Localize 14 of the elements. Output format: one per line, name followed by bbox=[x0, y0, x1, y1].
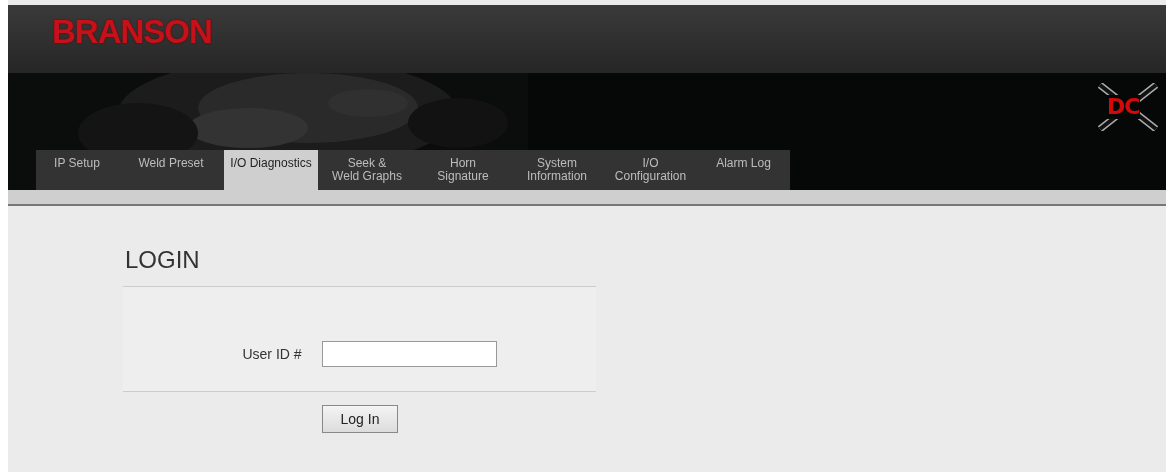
nav-tab[interactable]: Weld Preset bbox=[118, 150, 224, 190]
login-title: LOGIN bbox=[124, 246, 201, 275]
brand-logo: BRANSON bbox=[52, 13, 212, 51]
user-id-field[interactable] bbox=[321, 341, 497, 367]
login-button[interactable]: Log In bbox=[322, 405, 398, 433]
nav-tab[interactable]: I/O Diagnostics bbox=[224, 150, 318, 190]
nav-tab[interactable]: Alarm Log bbox=[697, 150, 790, 190]
product-logo: DC bbox=[1106, 95, 1141, 119]
nav-tab[interactable]: Seek & Weld Graphs bbox=[318, 150, 416, 190]
field-label: User ID # bbox=[242, 346, 302, 362]
nav-tab[interactable]: System Information bbox=[510, 150, 604, 190]
nav-tab[interactable]: I/O Configuration bbox=[604, 150, 697, 190]
nav-tab[interactable]: Horn Signature bbox=[416, 150, 510, 190]
nav-tab[interactable]: IP Setup bbox=[36, 150, 118, 190]
